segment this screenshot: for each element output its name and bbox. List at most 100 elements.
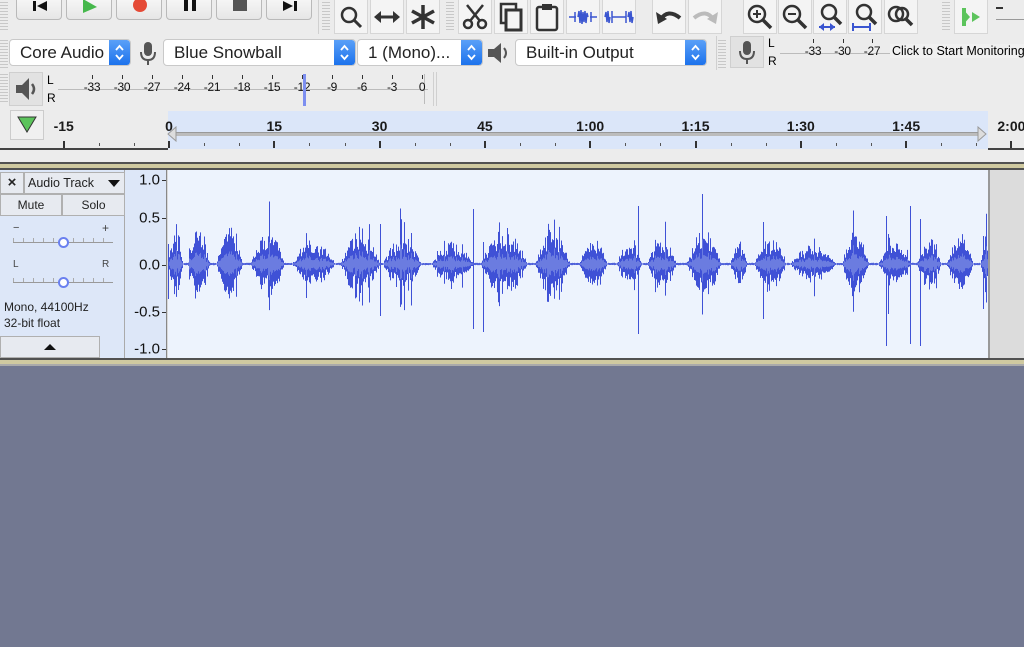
timeline-label: 1:30 — [786, 118, 815, 134]
collapse-track-button[interactable] — [0, 336, 100, 358]
amplitude-tick — [162, 218, 166, 219]
meter-tick — [182, 75, 183, 79]
timeline-label: 30 — [371, 118, 388, 134]
meter-tick — [332, 75, 333, 79]
zoom-toggle-button[interactable] — [884, 0, 918, 34]
timeline-minor-tick — [871, 143, 872, 146]
waveform-peaks — [168, 193, 988, 346]
monitoring-prompt[interactable]: Click to Start Monitoring — [890, 44, 1024, 58]
recording-device-select[interactable]: Blue Snowball — [163, 39, 356, 66]
zoom-out-button[interactable] — [778, 0, 812, 34]
meter-tick — [392, 75, 393, 79]
toolbar-separator — [433, 72, 434, 106]
amplitude-ruler[interactable]: 1.0 0.5 0.0 -0.5 -1.0 — [125, 170, 167, 358]
transport-toolbar-grip[interactable] — [0, 0, 8, 30]
pan-left-label: L — [13, 259, 19, 270]
zoom-selection-icon — [819, 3, 843, 31]
trim-button[interactable] — [566, 0, 600, 34]
fit-project-button[interactable] — [848, 0, 882, 34]
undo-button[interactable] — [652, 0, 686, 34]
zoom-in-button[interactable] — [743, 0, 777, 34]
track-border — [0, 358, 1024, 366]
waveform[interactable] — [168, 170, 988, 358]
timeshift-tool-button[interactable] — [370, 0, 404, 34]
multi-tool-button[interactable] — [406, 0, 440, 34]
speaker-icon — [486, 41, 512, 70]
scissors-icon — [462, 3, 488, 29]
microphone-icon — [739, 41, 755, 64]
play-speed-slider[interactable] — [994, 4, 1024, 24]
meter-tick — [272, 75, 273, 79]
meter-scale-label: -6 — [356, 80, 368, 94]
timeline-minor-tick — [976, 143, 978, 146]
playback-meter-button[interactable] — [9, 72, 43, 106]
pan-right-label: R — [102, 259, 110, 270]
silence-button[interactable] — [602, 0, 636, 34]
record-meter-button[interactable] — [730, 36, 764, 68]
zoom-fit-icon — [852, 3, 878, 31]
edit-toolbar-grip[interactable] — [446, 0, 454, 30]
record-meter-grip[interactable] — [718, 38, 726, 68]
record-icon — [133, 0, 147, 12]
record-meter-left-label: L — [768, 36, 775, 50]
timeline-label: -15 — [53, 118, 74, 134]
timeline-label: 1:45 — [892, 118, 921, 134]
timeline-play-button[interactable] — [10, 110, 44, 140]
cut-button[interactable] — [458, 0, 492, 34]
pause-icon — [184, 0, 196, 11]
gain-slider[interactable] — [13, 234, 113, 250]
record-meter[interactable]: -33 -30 -27 Click to Start Monitoring — [780, 36, 1024, 68]
toolbars: Core Audio Blue Snowball 1 (Mono)... Bui… — [0, 0, 1024, 108]
close-icon: × — [7, 174, 17, 191]
playback-meter-grip[interactable] — [0, 72, 8, 104]
playback-level-marker[interactable] — [303, 74, 306, 106]
playback-meter[interactable]: -33 -30 -27 -24 -21 -18 -15 -12 -9 -6 -3 0 — [58, 72, 430, 106]
recording-channels-select[interactable]: 1 (Mono)... — [357, 39, 483, 66]
solo-button[interactable]: Solo — [62, 194, 125, 216]
zoom-tool-button[interactable] — [334, 0, 368, 34]
meter-scale-label: -12 — [293, 80, 311, 94]
pause-button[interactable] — [166, 0, 212, 20]
amplitude-label: -1.0 — [134, 340, 160, 358]
meter-tick — [122, 75, 123, 79]
copy-button[interactable] — [494, 0, 528, 34]
track-menu-button[interactable]: Audio Track — [24, 172, 125, 194]
selection-end-handle[interactable] — [977, 126, 987, 142]
skip-to-end-button[interactable] — [266, 0, 312, 20]
amplitude-label: 0.5 — [139, 209, 160, 227]
audio-host-select[interactable]: Core Audio — [9, 39, 131, 66]
mute-label: Mute — [17, 198, 45, 212]
redo-button[interactable] — [688, 0, 722, 34]
meter-tick — [422, 75, 423, 79]
device-toolbar-grip[interactable] — [0, 38, 8, 68]
record-button[interactable] — [116, 0, 162, 20]
play-head-triangle-icon — [17, 116, 37, 133]
play-at-speed-toolbar-grip[interactable] — [942, 0, 950, 30]
timeline-minor-tick — [765, 143, 767, 146]
stop-button[interactable] — [216, 0, 262, 20]
playback-device-select[interactable]: Built-in Output — [515, 39, 707, 66]
paste-button[interactable] — [530, 0, 564, 34]
play-icon — [83, 0, 97, 13]
timeline-label: 1:00 — [576, 118, 605, 134]
waveform-area[interactable] — [168, 170, 988, 358]
tools-toolbar-grip[interactable] — [322, 0, 330, 30]
meter-tick — [362, 75, 363, 79]
speaker-icon — [16, 78, 36, 100]
meter-tick — [872, 39, 873, 43]
mute-button[interactable]: Mute — [0, 194, 62, 216]
gain-slider-thumb[interactable] — [57, 237, 69, 248]
fit-selection-button[interactable] — [813, 0, 847, 34]
timeline-minor-tick — [835, 143, 837, 146]
double-arrow-icon — [374, 10, 400, 23]
magnifier-icon — [340, 6, 363, 28]
play-button[interactable] — [66, 0, 112, 20]
pan-slider[interactable] — [13, 274, 113, 290]
play-at-speed-button[interactable] — [954, 0, 988, 34]
audacity-window: Core Audio Blue Snowball 1 (Mono)... Bui… — [0, 0, 1024, 647]
close-track-button[interactable]: × — [0, 172, 24, 194]
skip-to-start-button[interactable] — [16, 0, 62, 20]
pan-slider-thumb[interactable] — [57, 277, 69, 288]
track-format-line2: 32-bit float — [4, 316, 61, 330]
asterisk-icon — [411, 4, 435, 29]
